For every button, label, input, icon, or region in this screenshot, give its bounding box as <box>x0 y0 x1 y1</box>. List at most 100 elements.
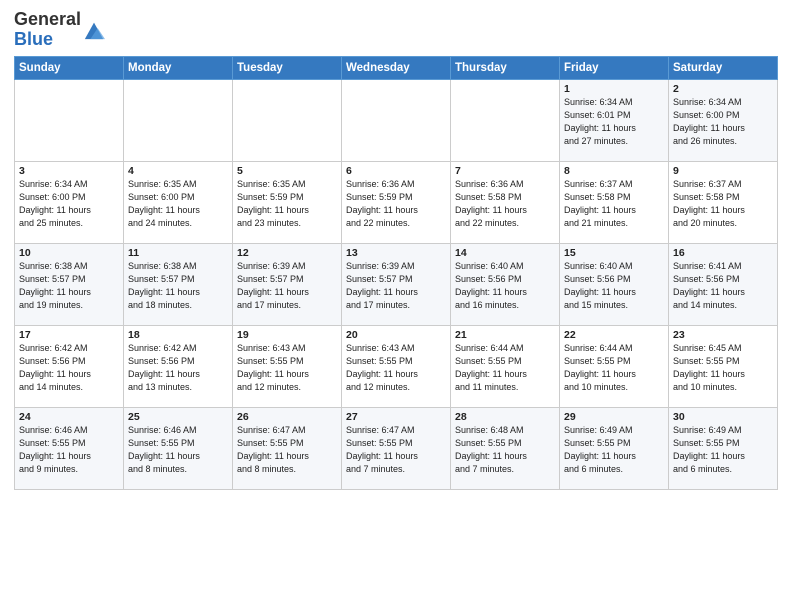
day-number: 21 <box>455 329 555 341</box>
calendar-cell: 24Sunrise: 6:46 AM Sunset: 5:55 PM Dayli… <box>15 407 124 489</box>
day-header-thursday: Thursday <box>451 56 560 79</box>
calendar-cell <box>451 79 560 161</box>
calendar-cell: 18Sunrise: 6:42 AM Sunset: 5:56 PM Dayli… <box>124 325 233 407</box>
day-number: 6 <box>346 165 446 177</box>
calendar-cell: 16Sunrise: 6:41 AM Sunset: 5:56 PM Dayli… <box>669 243 778 325</box>
day-header-monday: Monday <box>124 56 233 79</box>
calendar-header-row: SundayMondayTuesdayWednesdayThursdayFrid… <box>15 56 778 79</box>
day-info: Sunrise: 6:42 AM Sunset: 5:56 PM Dayligh… <box>128 342 228 394</box>
day-info: Sunrise: 6:36 AM Sunset: 5:59 PM Dayligh… <box>346 178 446 230</box>
day-header-saturday: Saturday <box>669 56 778 79</box>
calendar-cell: 11Sunrise: 6:38 AM Sunset: 5:57 PM Dayli… <box>124 243 233 325</box>
day-info: Sunrise: 6:46 AM Sunset: 5:55 PM Dayligh… <box>19 424 119 476</box>
logo-general-text: General <box>14 9 81 29</box>
calendar-cell: 9Sunrise: 6:37 AM Sunset: 5:58 PM Daylig… <box>669 161 778 243</box>
calendar-cell: 20Sunrise: 6:43 AM Sunset: 5:55 PM Dayli… <box>342 325 451 407</box>
calendar-cell: 8Sunrise: 6:37 AM Sunset: 5:58 PM Daylig… <box>560 161 669 243</box>
calendar-cell: 7Sunrise: 6:36 AM Sunset: 5:58 PM Daylig… <box>451 161 560 243</box>
calendar-cell: 2Sunrise: 6:34 AM Sunset: 6:00 PM Daylig… <box>669 79 778 161</box>
calendar-cell: 25Sunrise: 6:46 AM Sunset: 5:55 PM Dayli… <box>124 407 233 489</box>
calendar-week-1: 1Sunrise: 6:34 AM Sunset: 6:01 PM Daylig… <box>15 79 778 161</box>
day-info: Sunrise: 6:38 AM Sunset: 5:57 PM Dayligh… <box>19 260 119 312</box>
calendar-cell: 4Sunrise: 6:35 AM Sunset: 6:00 PM Daylig… <box>124 161 233 243</box>
day-info: Sunrise: 6:42 AM Sunset: 5:56 PM Dayligh… <box>19 342 119 394</box>
day-number: 5 <box>237 165 337 177</box>
day-number: 29 <box>564 411 664 423</box>
day-number: 30 <box>673 411 773 423</box>
day-info: Sunrise: 6:34 AM Sunset: 6:01 PM Dayligh… <box>564 96 664 148</box>
calendar-cell: 28Sunrise: 6:48 AM Sunset: 5:55 PM Dayli… <box>451 407 560 489</box>
calendar-table: SundayMondayTuesdayWednesdayThursdayFrid… <box>14 56 778 490</box>
calendar-cell: 6Sunrise: 6:36 AM Sunset: 5:59 PM Daylig… <box>342 161 451 243</box>
day-number: 15 <box>564 247 664 259</box>
day-header-friday: Friday <box>560 56 669 79</box>
calendar-cell: 17Sunrise: 6:42 AM Sunset: 5:56 PM Dayli… <box>15 325 124 407</box>
day-number: 8 <box>564 165 664 177</box>
day-info: Sunrise: 6:39 AM Sunset: 5:57 PM Dayligh… <box>237 260 337 312</box>
calendar-cell: 22Sunrise: 6:44 AM Sunset: 5:55 PM Dayli… <box>560 325 669 407</box>
day-info: Sunrise: 6:38 AM Sunset: 5:57 PM Dayligh… <box>128 260 228 312</box>
day-number: 13 <box>346 247 446 259</box>
calendar-cell: 13Sunrise: 6:39 AM Sunset: 5:57 PM Dayli… <box>342 243 451 325</box>
calendar-cell: 19Sunrise: 6:43 AM Sunset: 5:55 PM Dayli… <box>233 325 342 407</box>
calendar-cell <box>15 79 124 161</box>
day-number: 14 <box>455 247 555 259</box>
day-info: Sunrise: 6:37 AM Sunset: 5:58 PM Dayligh… <box>564 178 664 230</box>
calendar-cell <box>342 79 451 161</box>
day-info: Sunrise: 6:34 AM Sunset: 6:00 PM Dayligh… <box>673 96 773 148</box>
day-number: 3 <box>19 165 119 177</box>
day-number: 1 <box>564 83 664 95</box>
day-info: Sunrise: 6:47 AM Sunset: 5:55 PM Dayligh… <box>346 424 446 476</box>
day-info: Sunrise: 6:43 AM Sunset: 5:55 PM Dayligh… <box>346 342 446 394</box>
calendar-week-4: 17Sunrise: 6:42 AM Sunset: 5:56 PM Dayli… <box>15 325 778 407</box>
calendar-cell: 14Sunrise: 6:40 AM Sunset: 5:56 PM Dayli… <box>451 243 560 325</box>
calendar-cell <box>124 79 233 161</box>
day-number: 2 <box>673 83 773 95</box>
day-number: 12 <box>237 247 337 259</box>
calendar-cell: 27Sunrise: 6:47 AM Sunset: 5:55 PM Dayli… <box>342 407 451 489</box>
day-number: 16 <box>673 247 773 259</box>
day-number: 10 <box>19 247 119 259</box>
day-info: Sunrise: 6:44 AM Sunset: 5:55 PM Dayligh… <box>455 342 555 394</box>
day-info: Sunrise: 6:46 AM Sunset: 5:55 PM Dayligh… <box>128 424 228 476</box>
day-header-tuesday: Tuesday <box>233 56 342 79</box>
day-info: Sunrise: 6:49 AM Sunset: 5:55 PM Dayligh… <box>564 424 664 476</box>
day-number: 25 <box>128 411 228 423</box>
day-number: 20 <box>346 329 446 341</box>
day-number: 23 <box>673 329 773 341</box>
day-info: Sunrise: 6:35 AM Sunset: 5:59 PM Dayligh… <box>237 178 337 230</box>
logo: General Blue <box>14 10 105 50</box>
header-row: General Blue <box>14 10 778 50</box>
day-info: Sunrise: 6:43 AM Sunset: 5:55 PM Dayligh… <box>237 342 337 394</box>
logo-icon <box>83 19 105 41</box>
day-info: Sunrise: 6:36 AM Sunset: 5:58 PM Dayligh… <box>455 178 555 230</box>
day-number: 17 <box>19 329 119 341</box>
day-info: Sunrise: 6:37 AM Sunset: 5:58 PM Dayligh… <box>673 178 773 230</box>
day-info: Sunrise: 6:35 AM Sunset: 6:00 PM Dayligh… <box>128 178 228 230</box>
day-number: 24 <box>19 411 119 423</box>
calendar-cell: 30Sunrise: 6:49 AM Sunset: 5:55 PM Dayli… <box>669 407 778 489</box>
calendar-cell: 3Sunrise: 6:34 AM Sunset: 6:00 PM Daylig… <box>15 161 124 243</box>
day-number: 11 <box>128 247 228 259</box>
day-number: 27 <box>346 411 446 423</box>
day-info: Sunrise: 6:40 AM Sunset: 5:56 PM Dayligh… <box>455 260 555 312</box>
day-info: Sunrise: 6:48 AM Sunset: 5:55 PM Dayligh… <box>455 424 555 476</box>
day-info: Sunrise: 6:44 AM Sunset: 5:55 PM Dayligh… <box>564 342 664 394</box>
calendar-cell: 12Sunrise: 6:39 AM Sunset: 5:57 PM Dayli… <box>233 243 342 325</box>
logo-blue-text: Blue <box>14 29 53 49</box>
day-number: 19 <box>237 329 337 341</box>
calendar-week-2: 3Sunrise: 6:34 AM Sunset: 6:00 PM Daylig… <box>15 161 778 243</box>
day-number: 18 <box>128 329 228 341</box>
calendar-cell: 1Sunrise: 6:34 AM Sunset: 6:01 PM Daylig… <box>560 79 669 161</box>
calendar-cell: 26Sunrise: 6:47 AM Sunset: 5:55 PM Dayli… <box>233 407 342 489</box>
day-number: 7 <box>455 165 555 177</box>
day-number: 4 <box>128 165 228 177</box>
day-header-wednesday: Wednesday <box>342 56 451 79</box>
calendar-cell: 10Sunrise: 6:38 AM Sunset: 5:57 PM Dayli… <box>15 243 124 325</box>
calendar-cell: 15Sunrise: 6:40 AM Sunset: 5:56 PM Dayli… <box>560 243 669 325</box>
calendar-container: General Blue SundayMondayTuesdayWednesda… <box>0 0 792 498</box>
day-number: 22 <box>564 329 664 341</box>
calendar-week-3: 10Sunrise: 6:38 AM Sunset: 5:57 PM Dayli… <box>15 243 778 325</box>
calendar-cell: 21Sunrise: 6:44 AM Sunset: 5:55 PM Dayli… <box>451 325 560 407</box>
calendar-cell <box>233 79 342 161</box>
